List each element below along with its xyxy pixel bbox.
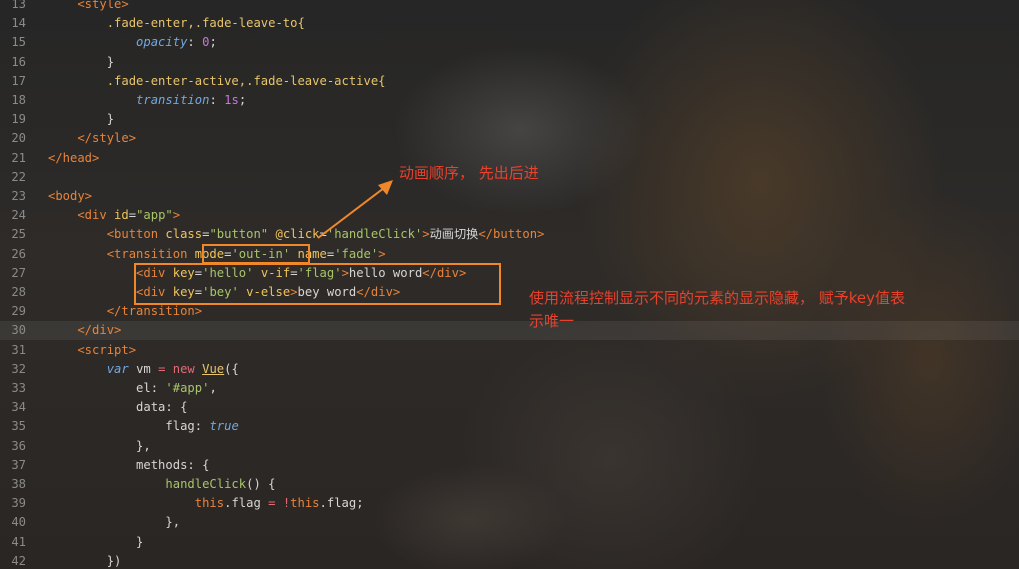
annotation-arrow-icon	[317, 180, 393, 239]
conditional-render-note-line1: 使用流程控制显示不同的元素的显示隐藏， 赋予key值表	[529, 289, 906, 307]
code-editor[interactable]: 13 <style> 14 .fade-enter,.fade-leave-to{…	[0, 0, 1019, 569]
animation-order-note: 动画顺序， 先出后进	[399, 164, 539, 182]
conditional-render-note-line2: 示唯一	[529, 312, 575, 330]
conditional-render-note: 使用流程控制显示不同的元素的显示隐藏， 赋予key值表 示唯一	[529, 287, 1011, 333]
